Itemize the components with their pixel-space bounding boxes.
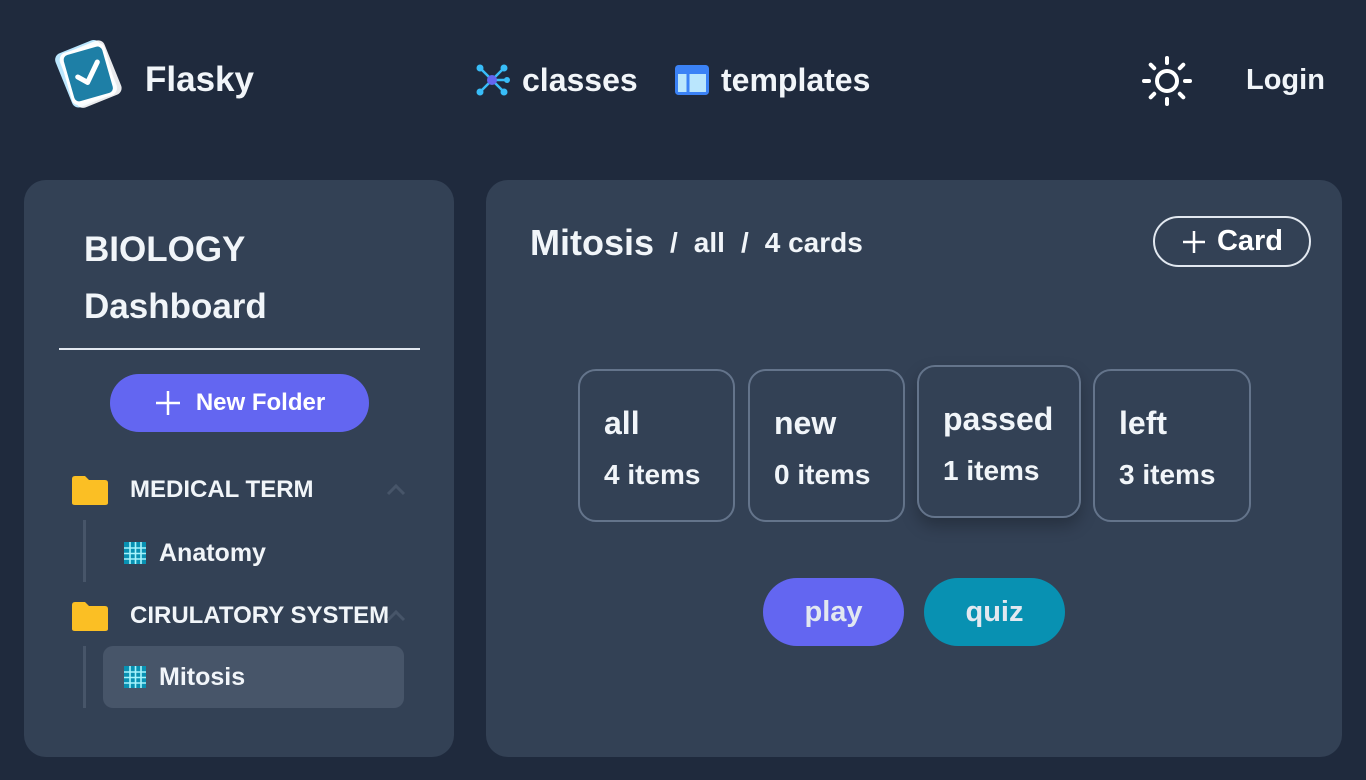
new-folder-button[interactable]: New Folder bbox=[110, 374, 369, 432]
brand-name[interactable]: Flasky bbox=[145, 60, 254, 100]
stat-card-passed[interactable]: passed 1 items bbox=[917, 365, 1081, 518]
breadcrumb-separator: / bbox=[670, 227, 678, 258]
stat-card-left[interactable]: left 3 items bbox=[1093, 369, 1251, 522]
sidebar-subtitle: Dashboard bbox=[84, 287, 267, 326]
nav-templates[interactable]: templates bbox=[675, 60, 870, 100]
stat-card-new[interactable]: new 0 items bbox=[748, 369, 905, 522]
sidebar: BIOLOGY Dashboard New Folder MEDICAL TER… bbox=[24, 180, 454, 757]
flasky-logo-icon[interactable] bbox=[48, 34, 128, 112]
plus-icon bbox=[1182, 230, 1205, 253]
sun-icon bbox=[1142, 56, 1192, 106]
stat-label: new bbox=[774, 405, 837, 441]
add-card-label: Card bbox=[1216, 225, 1284, 257]
chevron-up-icon[interactable] bbox=[384, 478, 408, 502]
breadcrumb-card-count: 4 cards bbox=[764, 227, 863, 258]
folder-medical-term[interactable]: MEDICAL TERM bbox=[70, 470, 420, 510]
stat-label: all bbox=[604, 405, 640, 441]
stat-card-all[interactable]: all 4 items bbox=[578, 369, 735, 522]
folder-cirulatory-system[interactable]: CIRULATORY SYSTEM bbox=[70, 596, 420, 636]
sidebar-divider bbox=[59, 348, 420, 350]
deck-name: Anatomy bbox=[159, 538, 266, 567]
layout-icon bbox=[675, 65, 709, 95]
folder-name: MEDICAL TERM bbox=[130, 476, 314, 503]
stat-count: 1 items bbox=[943, 455, 1040, 486]
folder-name: CIRULATORY SYSTEM bbox=[130, 602, 390, 629]
login-link[interactable]: Login bbox=[1246, 62, 1325, 98]
deck-item-mitosis[interactable]: Mitosis bbox=[103, 646, 404, 708]
chevron-up-icon[interactable] bbox=[384, 604, 408, 628]
nav-classes[interactable]: classes bbox=[474, 60, 638, 100]
stat-count: 3 items bbox=[1119, 459, 1216, 490]
breadcrumb: Mitosis / all / 4 cards bbox=[530, 220, 863, 266]
stat-label: passed bbox=[943, 401, 1054, 437]
stat-label: left bbox=[1119, 405, 1167, 441]
deck-item-anatomy[interactable]: Anatomy bbox=[103, 522, 404, 584]
table-icon bbox=[124, 542, 146, 564]
nav-templates-label: templates bbox=[721, 61, 871, 98]
stat-count: 0 items bbox=[774, 459, 871, 490]
plus-icon bbox=[155, 391, 180, 415]
new-folder-label: New Folder bbox=[195, 389, 326, 416]
breadcrumb-filter: all bbox=[693, 227, 725, 258]
breadcrumb-deck[interactable]: Mitosis bbox=[530, 222, 654, 264]
theme-toggle-button[interactable] bbox=[1141, 55, 1193, 107]
deck-panel: Mitosis / all / 4 cards Card all 4 items… bbox=[486, 180, 1342, 757]
folder-icon bbox=[72, 476, 108, 505]
nav-classes-label: classes bbox=[522, 61, 638, 98]
breadcrumb-separator: / bbox=[740, 227, 749, 258]
add-card-button[interactable]: Card bbox=[1153, 216, 1311, 267]
deck-name: Mitosis bbox=[159, 662, 246, 691]
tree-line bbox=[83, 520, 86, 582]
sidebar-title: BIOLOGY bbox=[84, 230, 246, 269]
stat-count: 4 items bbox=[604, 459, 701, 490]
top-navbar: Flasky classes templates Login bbox=[0, 0, 1366, 160]
folder-icon bbox=[72, 602, 108, 631]
play-button[interactable]: play bbox=[763, 578, 904, 646]
tree-line bbox=[83, 646, 86, 708]
quiz-button[interactable]: quiz bbox=[924, 578, 1065, 646]
network-icon bbox=[476, 64, 510, 96]
table-icon bbox=[124, 666, 146, 688]
